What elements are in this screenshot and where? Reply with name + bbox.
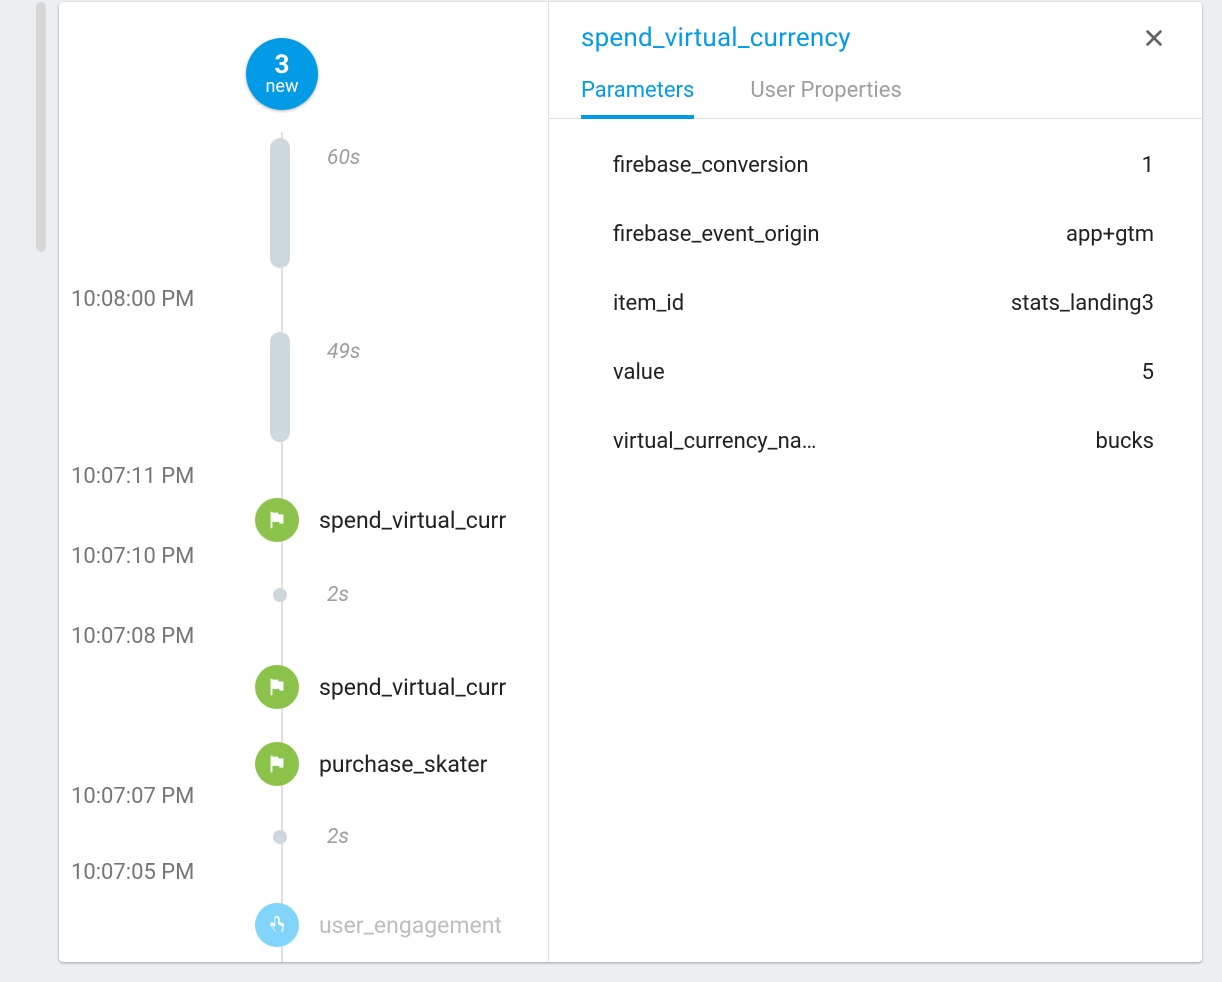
- detail-tabs: Parameters User Properties: [549, 54, 1202, 119]
- gap-label: 2s: [327, 583, 349, 607]
- event-label: spend_virtual_curr: [319, 674, 506, 701]
- parameter-row: virtual_currency_na… bucks: [613, 407, 1154, 476]
- parameter-row: firebase_conversion 1: [613, 131, 1154, 200]
- param-key: firebase_conversion: [613, 153, 809, 178]
- gap-label: 49s: [327, 340, 360, 364]
- flag-icon: [255, 742, 299, 786]
- flag-icon: [255, 498, 299, 542]
- event-detail-panel: spend_virtual_currency Parameters User P…: [548, 2, 1202, 962]
- timeline-event[interactable]: purchase_skater: [255, 742, 487, 786]
- event-label: user_engagement: [319, 912, 502, 939]
- param-value: bucks: [1095, 429, 1154, 454]
- new-events-badge[interactable]: 3 new: [246, 38, 318, 110]
- timestamp: 10:07:10 PM: [71, 544, 251, 569]
- param-key: firebase_event_origin: [613, 222, 820, 247]
- gap-segment: 2s: [255, 588, 287, 602]
- gap-dot-icon: [273, 830, 287, 844]
- timestamp: 10:07:11 PM: [71, 464, 251, 489]
- gap-pill-icon: [270, 332, 290, 442]
- param-value: 1: [1142, 153, 1154, 178]
- gap-pill-icon: [270, 138, 290, 268]
- gap-dot-icon: [273, 588, 287, 602]
- close-icon: [1143, 27, 1165, 49]
- param-value: 5: [1142, 360, 1154, 385]
- outer-scrollbar[interactable]: [36, 2, 46, 252]
- gap-segment: 2s: [255, 830, 287, 844]
- gap-segment: 49s: [255, 332, 290, 442]
- gap-label: 2s: [327, 825, 349, 849]
- param-value: app+gtm: [1066, 222, 1154, 247]
- tab-user-properties[interactable]: User Properties: [750, 78, 901, 118]
- new-events-count: 3: [275, 52, 290, 78]
- flag-icon: [255, 665, 299, 709]
- param-key: value: [613, 360, 665, 385]
- param-value: stats_landing3: [1011, 291, 1154, 316]
- timeline-event[interactable]: user_engagement: [255, 903, 502, 947]
- touch-icon: [255, 903, 299, 947]
- timeline-event[interactable]: spend_virtual_curr: [255, 665, 506, 709]
- timestamp: 10:07:08 PM: [71, 624, 251, 649]
- parameter-row: value 5: [613, 338, 1154, 407]
- tab-parameters[interactable]: Parameters: [581, 78, 694, 119]
- timeline-panel: 3 new 60s 49s spend_virtual_curr 2s spen: [59, 2, 549, 962]
- gap-label: 60s: [327, 146, 360, 170]
- event-label: spend_virtual_curr: [319, 507, 506, 534]
- close-button[interactable]: [1138, 22, 1170, 54]
- debugview-card: 3 new 60s 49s spend_virtual_curr 2s spen: [59, 2, 1202, 962]
- parameter-list: firebase_conversion 1 firebase_event_ori…: [549, 119, 1202, 488]
- timestamp: 10:07:05 PM: [71, 860, 251, 885]
- timestamp: 10:08:00 PM: [71, 287, 251, 312]
- event-label: purchase_skater: [319, 751, 487, 778]
- param-key: virtual_currency_na…: [613, 429, 816, 454]
- detail-header: spend_virtual_currency: [549, 2, 1202, 54]
- timeline-event[interactable]: spend_virtual_curr: [255, 498, 506, 542]
- gap-segment: 60s: [255, 138, 290, 268]
- parameter-row: item_id stats_landing3: [613, 269, 1154, 338]
- detail-title: spend_virtual_currency: [581, 23, 851, 53]
- timestamp: 10:07:07 PM: [71, 784, 251, 809]
- param-key: item_id: [613, 291, 684, 316]
- new-events-circle: 3 new: [246, 38, 318, 110]
- parameter-row: firebase_event_origin app+gtm: [613, 200, 1154, 269]
- new-events-label: new: [265, 76, 298, 97]
